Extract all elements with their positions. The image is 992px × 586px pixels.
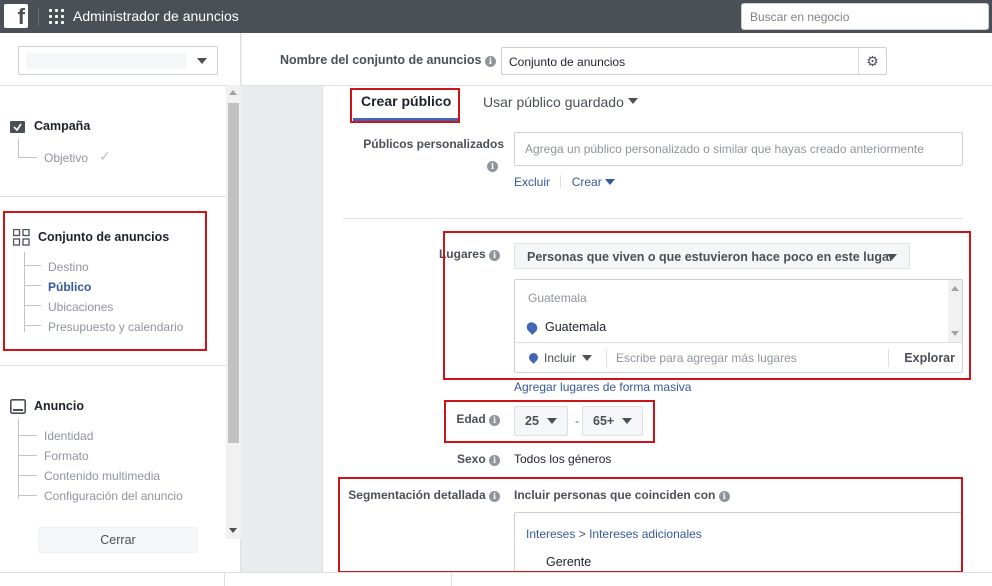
info-icon[interactable]: i [484, 56, 496, 67]
footer-divider [451, 573, 452, 586]
sidebar-scrollbar-thumb[interactable] [228, 103, 239, 443]
tab-saved-audience-label: Usar público guardado [483, 94, 624, 110]
tree-line [18, 419, 19, 499]
info-icon[interactable]: i [487, 161, 498, 172]
account-select[interactable] [18, 46, 218, 75]
section-divider [343, 218, 963, 219]
top-bar: f Administrador de anuncios Buscar en ne… [0, 0, 992, 33]
scroll-down-icon[interactable] [229, 528, 237, 533]
highlight-box [338, 477, 963, 573]
gender-value[interactable]: Todos los géneros [514, 452, 611, 466]
ad-set-name-label: Nombre del conjunto de anuncios i [280, 53, 496, 67]
chevron-down-icon[interactable] [604, 179, 615, 185]
chevron-down-icon [627, 98, 638, 104]
sidebar-divider [0, 365, 226, 366]
scroll-up-icon[interactable] [229, 90, 237, 95]
custom-audience-actions: Excluir Crear [514, 175, 615, 189]
tab-saved-audience[interactable]: Usar público guardado [483, 94, 638, 110]
ad-set-name-input[interactable]: Conjunto de anuncios ⚙ [501, 47, 887, 75]
tree-line [18, 475, 37, 476]
facebook-logo-icon[interactable]: f [4, 4, 28, 29]
link-separator [560, 175, 562, 188]
gender-label: Sexo i [433, 452, 500, 466]
highlight-box [443, 231, 971, 380]
sidebar-divider [0, 85, 226, 86]
app-grid-icon[interactable] [49, 9, 64, 24]
gender-label-text: Sexo [456, 452, 486, 466]
ad-set-name-bar: Nombre del conjunto de anuncios i Conjun… [242, 33, 992, 86]
gear-icon[interactable]: ⚙ [858, 48, 886, 74]
bulk-add-locations-link[interactable]: Agregar lugares de forma masiva [514, 380, 691, 394]
checkmark-icon: ✓ [99, 148, 111, 164]
sidebar-item-format[interactable]: Formato [44, 449, 89, 463]
highlight-box [350, 88, 460, 123]
ad-monitor-icon [10, 399, 26, 414]
custom-audiences-label: Públicos personalizados [363, 137, 504, 151]
sidebar-section-campaign[interactable]: Campaña [34, 119, 90, 133]
account-select-value [26, 53, 186, 69]
ad-set-name-label-text: Nombre del conjunto de anuncios [280, 53, 482, 67]
highlight-box [444, 400, 655, 443]
tree-line [18, 455, 37, 456]
sidebar-divider [0, 196, 226, 197]
sidebar-item-objective[interactable]: Objetivo [44, 151, 88, 165]
footer-strip [0, 572, 992, 586]
highlight-box [3, 211, 207, 351]
tree-line [18, 157, 37, 158]
folder-check-icon [10, 121, 25, 133]
sidebar-item-identity[interactable]: Identidad [44, 429, 93, 443]
info-icon[interactable]: i [489, 455, 500, 466]
left-sidebar: Campaña Objetivo ✓ Conjunto de anuncios … [0, 33, 241, 586]
tree-line [18, 435, 37, 436]
create-link[interactable]: Crear [572, 175, 602, 189]
app-title[interactable]: Administrador de anuncios [73, 8, 239, 24]
exclude-link[interactable]: Excluir [514, 175, 550, 189]
business-search-input[interactable]: Buscar en negocio [741, 3, 989, 30]
sidebar-item-media[interactable]: Contenido multimedia [44, 469, 160, 483]
tree-line [18, 495, 37, 496]
audience-panel: Crear público Usar público guardado Públ… [322, 86, 992, 586]
footer-divider [224, 573, 225, 586]
sidebar-section-ad[interactable]: Anuncio [34, 399, 84, 413]
ad-set-name-value: Conjunto de anuncios [509, 55, 626, 69]
custom-audience-input[interactable]: Agrega un público personalizado o simila… [514, 132, 963, 166]
tree-line [18, 139, 19, 157]
sidebar-item-ad-settings[interactable]: Configuración del anuncio [44, 489, 183, 503]
topbar-divider [38, 7, 39, 26]
close-button[interactable]: Cerrar [38, 527, 198, 553]
chevron-down-icon [197, 58, 207, 64]
